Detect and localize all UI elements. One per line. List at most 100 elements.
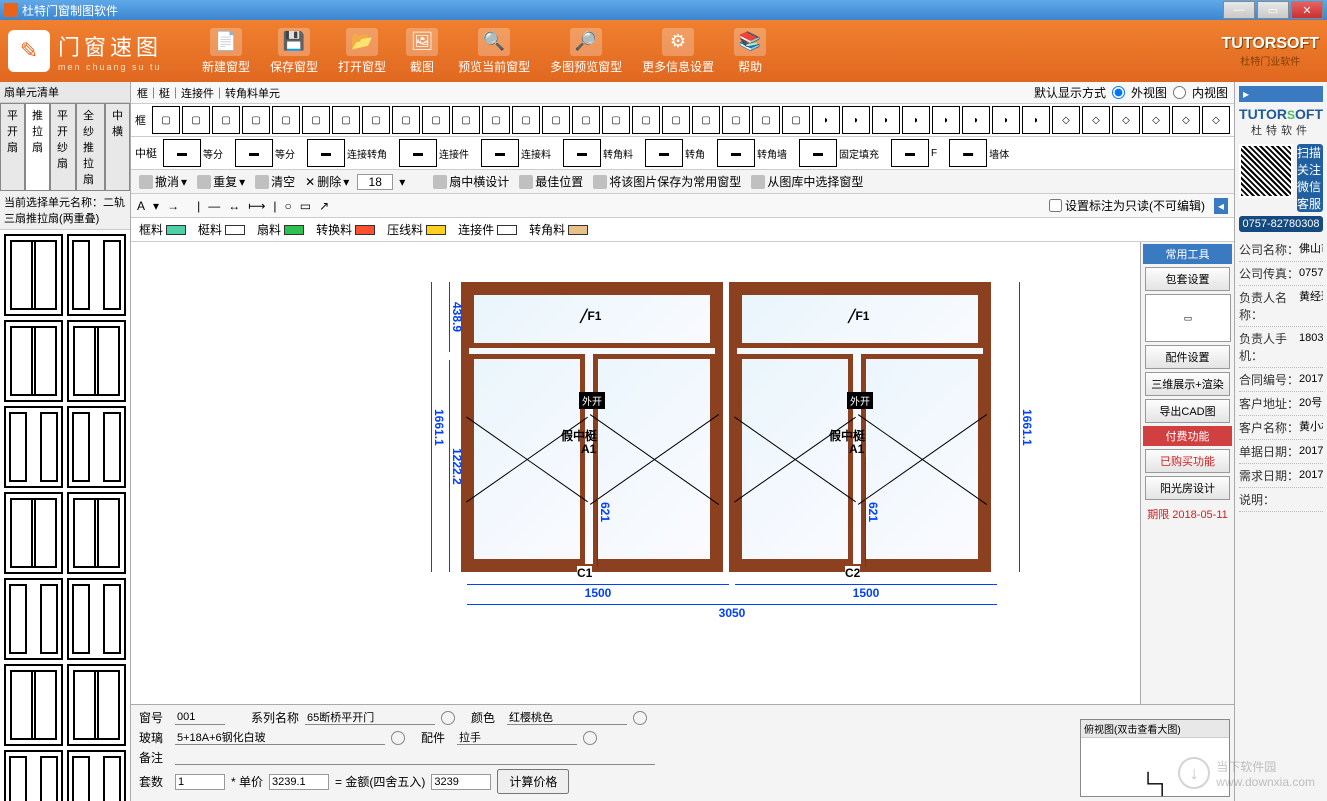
frame-shape[interactable]: ▢ (512, 106, 540, 134)
search-icon[interactable] (441, 711, 455, 725)
frame-shape[interactable]: ◗ (932, 106, 960, 134)
info-input[interactable] (1299, 396, 1323, 408)
frame-shape[interactable]: ▢ (332, 106, 360, 134)
pointer-tool[interactable]: ↗ (319, 199, 329, 213)
mullion-shape[interactable]: ▬ (717, 139, 755, 167)
left-tab[interactable]: 推拉扇 (25, 103, 50, 190)
total-input[interactable] (431, 774, 491, 790)
info-input[interactable] (1299, 290, 1323, 302)
frame-shape[interactable]: ▢ (542, 106, 570, 134)
frame-shape[interactable]: ◗ (842, 106, 870, 134)
frame-shape[interactable]: ▢ (662, 106, 690, 134)
redo-button[interactable]: 重复 ▾ (195, 172, 247, 191)
frame-shape[interactable]: ▢ (722, 106, 750, 134)
frame-shape[interactable]: ▢ (212, 106, 240, 134)
toolbar-button[interactable]: ⚙更多信息设置 (642, 28, 714, 75)
mullion-shape[interactable]: ▬ (235, 139, 273, 167)
mullion-shape[interactable]: ▬ (799, 139, 837, 167)
mullion-shape[interactable]: ▬ (399, 139, 437, 167)
circle-tool[interactable]: ○ (285, 199, 292, 213)
readonly-checkbox[interactable] (1049, 199, 1062, 212)
frame-shape[interactable]: ▢ (392, 106, 420, 134)
frame-shape[interactable]: ▢ (602, 106, 630, 134)
3d-render-button[interactable]: 三维展示+渲染 (1145, 372, 1230, 396)
canvas-area[interactable]: ╱F1 ╱F1 外开 外开 假中梃 假中梃 A1 A1 C1 C2 1661.1 (131, 242, 1234, 704)
best-position-button[interactable]: 最佳位置 (517, 172, 585, 191)
delete-button[interactable]: ✕删除 ▾ (303, 172, 351, 191)
frame-shape[interactable]: ◗ (1022, 106, 1050, 134)
info-input[interactable] (1299, 493, 1323, 505)
frame-shape[interactable]: ▢ (782, 106, 810, 134)
view-inside-radio[interactable] (1173, 86, 1186, 99)
window-thumbnail[interactable] (4, 750, 63, 801)
mullion-shape[interactable]: ▬ (307, 139, 345, 167)
line-tool[interactable]: — (208, 199, 220, 213)
unit-price-input[interactable] (269, 774, 329, 790)
series-input[interactable] (305, 710, 435, 725)
mullion-shape[interactable]: ▬ (163, 139, 201, 167)
frame-shape[interactable]: ▢ (572, 106, 600, 134)
sets-input[interactable] (175, 774, 225, 790)
frame-shape[interactable]: ▢ (632, 106, 660, 134)
toolbar-button[interactable]: 📄新建窗型 (202, 28, 250, 75)
calc-price-button[interactable]: 计算价格 (497, 769, 569, 794)
left-tab[interactable]: 中横 (105, 103, 130, 190)
window-diagram[interactable]: ╱F1 ╱F1 外开 外开 假中梃 假中梃 A1 A1 C1 C2 (461, 282, 1001, 582)
mullion-shape[interactable]: ▬ (949, 139, 987, 167)
search-icon[interactable] (583, 731, 597, 745)
casing-settings-button[interactable]: 包套设置 (1145, 267, 1230, 291)
clear-button[interactable]: 清空 (253, 172, 297, 191)
sunroom-design-button[interactable]: 阳光房设计 (1145, 476, 1230, 500)
select-from-library-button[interactable]: 从图库中选择窗型 (749, 172, 865, 191)
frame-shape[interactable]: ▢ (482, 106, 510, 134)
info-input[interactable] (1299, 445, 1323, 457)
frame-shape[interactable]: ◗ (992, 106, 1020, 134)
frame-shape[interactable]: ◗ (812, 106, 840, 134)
frame-shape[interactable]: ◇ (1082, 106, 1110, 134)
toolbar-button[interactable]: 📚帮助 (734, 28, 766, 75)
window-thumbnail[interactable] (67, 234, 126, 316)
view-outside-radio[interactable] (1112, 86, 1125, 99)
mullion-shape[interactable]: ▬ (891, 139, 929, 167)
window-thumbnail[interactable] (67, 406, 126, 488)
frame-shape[interactable]: ◇ (1112, 106, 1140, 134)
frame-shape[interactable]: ◇ (1172, 106, 1200, 134)
minimize-button[interactable]: — (1223, 1, 1255, 19)
frame-shape[interactable]: ▢ (692, 106, 720, 134)
toolbar-button[interactable]: 🖼截图 (406, 28, 438, 75)
window-thumbnail[interactable] (4, 406, 63, 488)
collapse-icon[interactable]: ▸ (1239, 86, 1323, 102)
close-button[interactable]: ✕ (1291, 1, 1323, 19)
frame-shape[interactable]: ▢ (242, 106, 270, 134)
frame-shape[interactable]: ▢ (422, 106, 450, 134)
frame-shape[interactable]: ▢ (152, 106, 180, 134)
arrow-tool[interactable]: → (167, 199, 179, 213)
window-thumbnail[interactable] (4, 578, 63, 660)
rect-tool[interactable]: ▭ (300, 199, 311, 213)
frame-shape[interactable]: ◇ (1202, 106, 1230, 134)
frame-shape[interactable]: ◗ (872, 106, 900, 134)
info-input[interactable] (1299, 469, 1323, 481)
left-tab[interactable]: 平开纱扇 (50, 103, 76, 190)
window-no-input[interactable] (175, 710, 225, 725)
sash-design-button[interactable]: 扇中横设计 (431, 172, 511, 191)
info-input[interactable] (1299, 332, 1323, 344)
toolbar-button[interactable]: 💾保存窗型 (270, 28, 318, 75)
window-thumbnail[interactable] (67, 492, 126, 574)
toolbar-button[interactable]: 🔎多图预览窗型 (550, 28, 622, 75)
collapse-icon[interactable]: ◂ (1214, 198, 1228, 214)
frame-shape[interactable]: ▢ (362, 106, 390, 134)
arrow-line-tool[interactable]: ↔ (228, 199, 240, 213)
search-icon[interactable] (633, 711, 647, 725)
window-thumbnail[interactable] (67, 320, 126, 402)
frame-shape[interactable]: ◗ (962, 106, 990, 134)
left-tab[interactable]: 全纱推拉扇 (76, 103, 105, 190)
mullion-shape[interactable]: ▬ (481, 139, 519, 167)
window-thumbnail[interactable] (4, 492, 63, 574)
frame-shape[interactable]: ◇ (1052, 106, 1080, 134)
mullion-shape[interactable]: ▬ (645, 139, 683, 167)
window-thumbnail[interactable] (4, 234, 63, 316)
frame-shape[interactable]: ▢ (452, 106, 480, 134)
info-input[interactable] (1299, 373, 1323, 385)
thumbnail-grid[interactable] (0, 230, 130, 801)
